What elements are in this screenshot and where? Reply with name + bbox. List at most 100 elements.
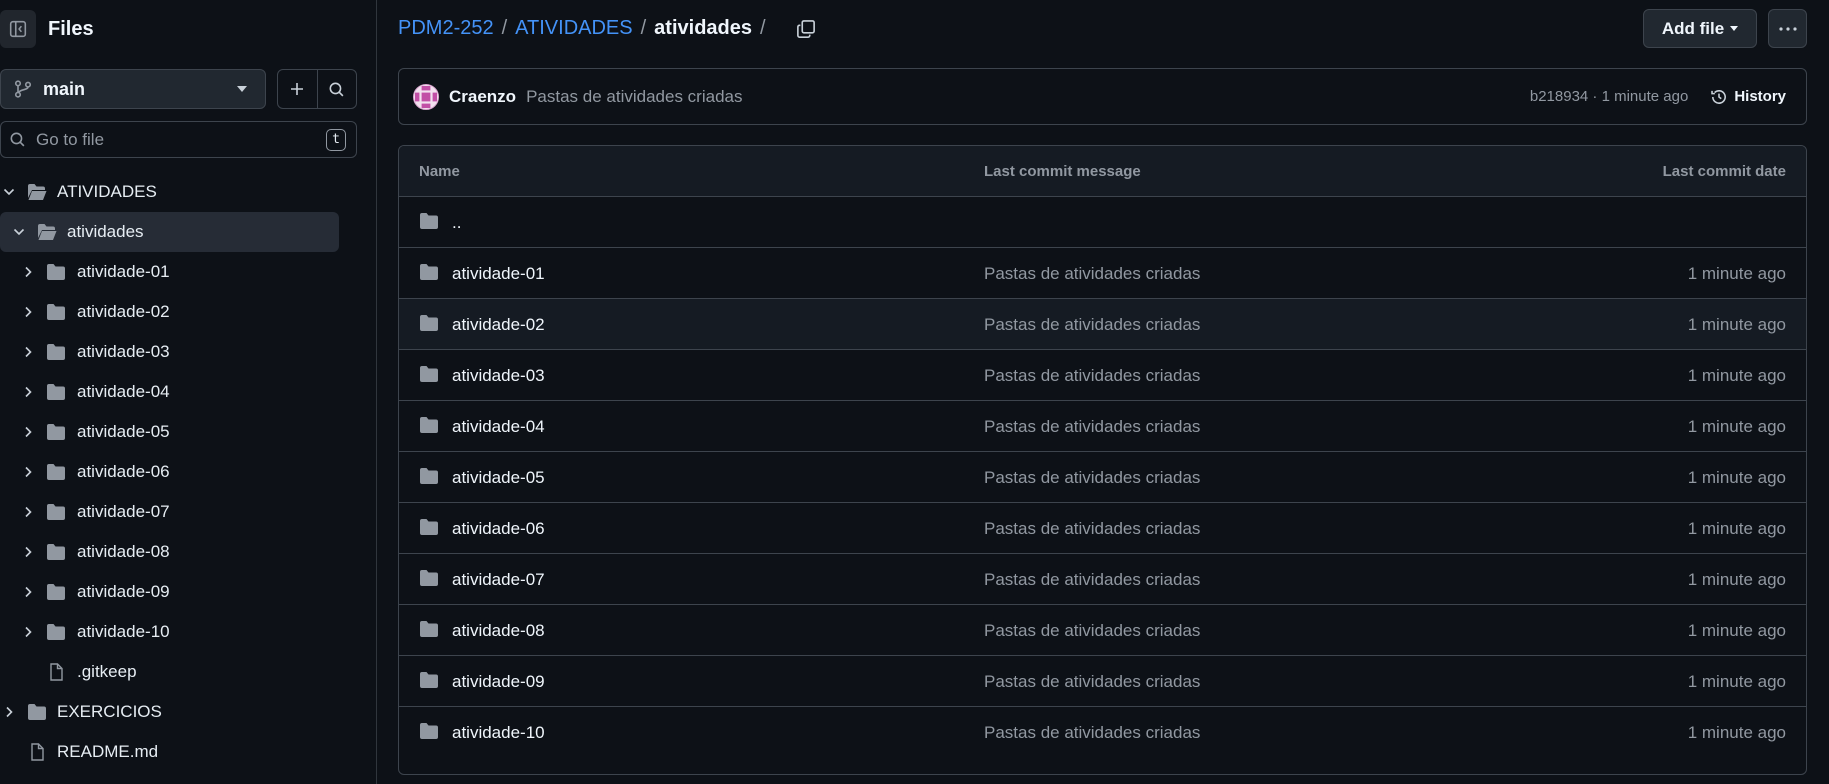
tree-expander[interactable] (22, 586, 34, 598)
tree-item-folder[interactable]: atividade-01 (0, 252, 377, 292)
folder-name-link[interactable]: atividade-02 (452, 315, 545, 335)
tree-item-file[interactable]: README.md (0, 732, 377, 772)
tree-item-folder[interactable]: atividade-09 (0, 572, 377, 612)
branch-selector[interactable]: main (0, 69, 266, 109)
tree-item-folder[interactable]: atividade-10 (0, 612, 377, 652)
folder-icon (420, 315, 438, 331)
column-header-date: Last commit date (1662, 163, 1786, 180)
commit-message-link[interactable]: Pastas de atividades criadas (984, 621, 1200, 641)
commit-message-link[interactable]: Pastas de atividades criadas (984, 315, 1200, 335)
folder-name-link[interactable]: atividade-07 (452, 570, 545, 590)
folder-icon (47, 384, 65, 400)
breadcrumb-repo-link[interactable]: PDM2-252 (398, 17, 494, 40)
tree-expander[interactable] (22, 546, 34, 558)
commit-message-link[interactable]: Pastas de atividades criadas (526, 87, 742, 107)
table-row[interactable]: atividade-01 Pastas de atividades criadas… (399, 248, 1806, 299)
breadcrumb-separator: / (501, 17, 508, 39)
table-row[interactable]: atividade-03 Pastas de atividades criadas… (399, 350, 1806, 401)
sidebar-collapse-button[interactable] (0, 10, 36, 48)
commit-message-link[interactable]: Pastas de atividades criadas (984, 417, 1200, 437)
tree-expander[interactable] (22, 466, 34, 478)
search-files-button[interactable] (316, 70, 357, 108)
chevron-down-icon (13, 228, 25, 236)
commit-date: 1 minute ago (1687, 468, 1786, 487)
parent-directory-link[interactable]: .. (452, 213, 461, 233)
folder-name-link[interactable]: atividade-10 (452, 723, 545, 743)
file-tree: ATIVIDADES atividades atividade-01 atividad… (0, 172, 377, 772)
folder-name-link[interactable]: atividade-01 (452, 264, 545, 284)
folder-name-link[interactable]: atividade-06 (452, 519, 545, 539)
table-row[interactable]: atividade-06 Pastas de atividades criadas… (399, 503, 1806, 554)
commit-message-link[interactable]: Pastas de atividades criadas (984, 672, 1200, 692)
folder-name-link[interactable]: atividade-03 (452, 366, 545, 386)
tree-expander[interactable] (22, 426, 34, 438)
tree-item-label: atividade-08 (77, 542, 170, 561)
commit-sha-time[interactable]: b218934 · 1 minute ago (1530, 88, 1688, 105)
commit-date: 1 minute ago (1687, 723, 1786, 742)
table-row[interactable]: atividade-07 Pastas de atividades criadas… (399, 554, 1806, 605)
chevron-right-icon (25, 626, 32, 638)
add-file-button[interactable] (278, 70, 317, 108)
tree-item-folder[interactable]: atividade-05 (0, 412, 377, 452)
table-row[interactable]: atividade-09 Pastas de atividades criadas… (399, 656, 1806, 707)
tree-expander[interactable] (3, 706, 15, 718)
breadcrumb-dir-link[interactable]: ATIVIDADES (515, 17, 632, 40)
commit-message-link[interactable]: Pastas de atividades criadas (984, 570, 1200, 590)
tree-item-label: atividade-02 (77, 302, 170, 321)
copy-path-button[interactable] (796, 19, 816, 39)
folder-icon (47, 464, 65, 480)
tree-item-folder[interactable]: ATIVIDADES (0, 172, 377, 212)
commit-message-link[interactable]: Pastas de atividades criadas (984, 519, 1200, 539)
folder-name-link[interactable]: atividade-04 (452, 417, 545, 437)
tree-item-folder[interactable]: atividade-03 (0, 332, 377, 372)
tree-item-folder[interactable]: atividade-02 (0, 292, 377, 332)
parent-directory-row[interactable]: .. (399, 197, 1806, 248)
tree-expander[interactable] (22, 506, 34, 518)
tree-expander[interactable] (13, 226, 25, 238)
add-file-dropdown[interactable]: Add file (1643, 9, 1757, 48)
tree-expander[interactable] (22, 626, 34, 638)
table-row[interactable]: atividade-04 Pastas de atividades criadas… (399, 401, 1806, 452)
folder-icon (47, 264, 65, 280)
table-row[interactable]: atividade-10 Pastas de atividades criadas… (399, 707, 1806, 758)
tree-item-folder[interactable]: atividade-06 (0, 452, 377, 492)
more-options-button[interactable] (1768, 9, 1807, 48)
commit-message-link[interactable]: Pastas de atividades criadas (984, 468, 1200, 488)
breadcrumb-separator: / (760, 17, 766, 39)
tree-item-folder[interactable]: atividade-07 (0, 492, 377, 532)
tree-item-folder[interactable]: atividade-08 (0, 532, 377, 572)
tree-item-folder[interactable]: atividades (0, 212, 339, 252)
tree-item-label: .gitkeep (77, 662, 137, 681)
tree-expander[interactable] (22, 306, 34, 318)
folder-open-icon (38, 224, 57, 240)
table-row[interactable]: atividade-05 Pastas de atividades criadas… (399, 452, 1806, 503)
commit-message-link[interactable]: Pastas de atividades criadas (984, 264, 1200, 284)
tree-item-label: atividade-10 (77, 622, 170, 641)
tree-expander[interactable] (22, 386, 34, 398)
table-row[interactable]: atividade-02 Pastas de atividades criadas… (399, 299, 1806, 350)
search-icon (329, 82, 344, 96)
sidebar-title: Files (48, 17, 94, 40)
history-button[interactable]: History (1710, 88, 1786, 106)
commit-message-link[interactable]: Pastas de atividades criadas (984, 366, 1200, 386)
tree-item-folder[interactable]: EXERCICIOS (0, 692, 377, 732)
folder-icon (47, 424, 65, 440)
folder-name-link[interactable]: atividade-08 (452, 621, 545, 641)
tree-item-label: atividade-01 (77, 262, 170, 281)
go-to-file-input[interactable]: Go to file t (0, 121, 357, 158)
tree-expander[interactable] (22, 266, 34, 278)
tree-item-file[interactable]: .gitkeep (0, 652, 377, 692)
folder-name-link[interactable]: atividade-09 (452, 672, 545, 692)
file-icon (50, 663, 63, 681)
commit-author-link[interactable]: Craenzo (449, 87, 516, 107)
chevron-right-icon (6, 706, 13, 718)
chevron-right-icon (25, 386, 32, 398)
commit-message-link[interactable]: Pastas de atividades criadas (984, 723, 1200, 743)
tree-expander[interactable] (22, 346, 34, 358)
table-row[interactable]: atividade-08 Pastas de atividades criadas… (399, 605, 1806, 656)
avatar[interactable] (413, 83, 439, 110)
folder-name-link[interactable]: atividade-05 (452, 468, 545, 488)
tree-expander[interactable] (3, 186, 15, 198)
tree-item-folder[interactable]: atividade-04 (0, 372, 377, 412)
commit-date: 1 minute ago (1687, 519, 1786, 538)
